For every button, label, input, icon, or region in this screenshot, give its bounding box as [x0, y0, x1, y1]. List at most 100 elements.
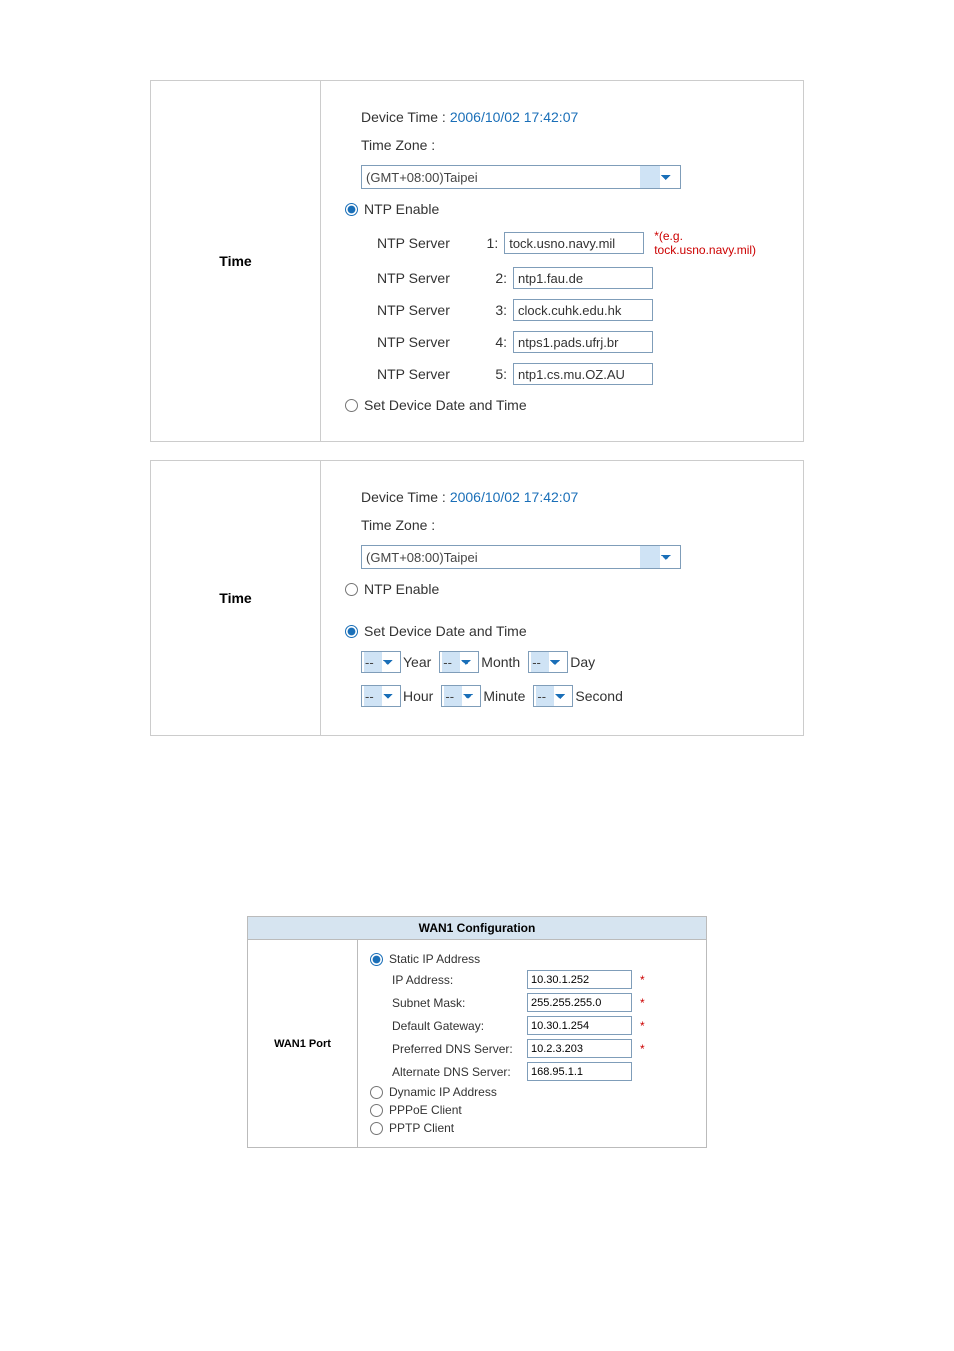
- ntp-server-3-input[interactable]: [513, 299, 653, 321]
- ntp-server-3-row: NTP Server 3:: [377, 299, 779, 321]
- preferred-dns-input[interactable]: [527, 1039, 632, 1058]
- device-time-row: Device Time : 2006/10/02 17:42:07: [361, 489, 779, 505]
- ntp-server-num: 3:: [487, 302, 507, 318]
- subnet-mask-row: Subnet Mask: *: [392, 993, 694, 1012]
- ntp-server-label: NTP Server: [377, 270, 487, 286]
- required-star: *: [640, 996, 645, 1010]
- ntp-server-hint: *(e.g. tock.usno.navy.mil): [654, 229, 779, 257]
- ntp-enable-row: NTP Enable: [345, 581, 779, 597]
- timezone-select-row: (GMT+08:00)Taipei: [361, 165, 779, 189]
- required-star: *: [640, 973, 645, 987]
- wan1-port-header: WAN1 Port: [248, 940, 358, 1147]
- minute-select[interactable]: --: [441, 685, 481, 707]
- time-panel-body: Device Time : 2006/10/02 17:42:07 Time Z…: [321, 461, 803, 735]
- ntp-server-label: NTP Server: [377, 235, 480, 251]
- set-date-radio[interactable]: [345, 399, 358, 412]
- ntp-server-label: NTP Server: [377, 302, 487, 318]
- time-section-header: Time: [151, 461, 321, 735]
- second-select[interactable]: --: [533, 685, 573, 707]
- wan1-config-title: WAN1 Configuration: [247, 916, 707, 939]
- hour-label: Hour: [403, 688, 433, 704]
- default-gateway-label: Default Gateway:: [392, 1019, 527, 1033]
- ntp-enable-label: NTP Enable: [364, 201, 439, 217]
- ip-address-row: IP Address: *: [392, 970, 694, 989]
- time-panel-setdate: Time Device Time : 2006/10/02 17:42:07 T…: [150, 460, 804, 736]
- alternate-dns-row: Alternate DNS Server:: [392, 1062, 694, 1081]
- alternate-dns-input[interactable]: [527, 1062, 632, 1081]
- ntp-server-1-input[interactable]: [504, 232, 644, 254]
- device-time-label: Device Time :: [361, 109, 446, 125]
- subnet-mask-input[interactable]: [527, 993, 632, 1012]
- ip-address-label: IP Address:: [392, 973, 527, 987]
- static-ip-radio[interactable]: [370, 953, 383, 966]
- ntp-server-num: 5:: [487, 366, 507, 382]
- default-gateway-input[interactable]: [527, 1016, 632, 1035]
- time-panel-ntp: Time Device Time : 2006/10/02 17:42:07 T…: [150, 80, 804, 442]
- timezone-label: Time Zone :: [361, 137, 435, 153]
- date-selects-row: -- Year -- Month -- Day: [361, 651, 779, 673]
- device-time-value: 2006/10/02 17:42:07: [450, 109, 578, 125]
- wan1-config-panel: WAN1 Configuration WAN1 Port Static IP A…: [247, 916, 707, 1148]
- time-panel-body: Device Time : 2006/10/02 17:42:07 Time Z…: [321, 81, 803, 441]
- day-label: Day: [570, 654, 595, 670]
- device-time-row: Device Time : 2006/10/02 17:42:07: [361, 109, 779, 125]
- year-select[interactable]: --: [361, 651, 401, 673]
- day-select[interactable]: --: [528, 651, 568, 673]
- timezone-label-row: Time Zone :: [361, 517, 779, 533]
- set-date-row: Set Device Date and Time: [345, 397, 779, 413]
- timezone-select[interactable]: (GMT+08:00)Taipei: [361, 165, 681, 189]
- set-date-radio[interactable]: [345, 625, 358, 638]
- pppoe-radio[interactable]: [370, 1104, 383, 1117]
- pppoe-label: PPPoE Client: [389, 1103, 462, 1117]
- ntp-server-5-row: NTP Server 5:: [377, 363, 779, 385]
- year-label: Year: [403, 654, 431, 670]
- preferred-dns-row: Preferred DNS Server: *: [392, 1039, 694, 1058]
- second-label: Second: [575, 688, 622, 704]
- timezone-select[interactable]: (GMT+08:00)Taipei: [361, 545, 681, 569]
- timezone-select-row: (GMT+08:00)Taipei: [361, 545, 779, 569]
- ntp-server-4-input[interactable]: [513, 331, 653, 353]
- ntp-server-2-input[interactable]: [513, 267, 653, 289]
- ntp-server-num: 1:: [480, 235, 499, 251]
- static-ip-row: Static IP Address: [370, 952, 694, 966]
- pppoe-row: PPPoE Client: [370, 1103, 694, 1117]
- pptp-radio[interactable]: [370, 1122, 383, 1135]
- timezone-label-row: Time Zone :: [361, 137, 779, 153]
- ntp-server-label: NTP Server: [377, 334, 487, 350]
- ip-address-input[interactable]: [527, 970, 632, 989]
- preferred-dns-label: Preferred DNS Server:: [392, 1042, 527, 1056]
- device-time-label: Device Time :: [361, 489, 446, 505]
- subnet-mask-label: Subnet Mask:: [392, 996, 527, 1010]
- time-section-header: Time: [151, 81, 321, 441]
- pptp-label: PPTP Client: [389, 1121, 454, 1135]
- ntp-server-2-row: NTP Server 2:: [377, 267, 779, 289]
- dynamic-ip-row: Dynamic IP Address: [370, 1085, 694, 1099]
- static-ip-label: Static IP Address: [389, 952, 480, 966]
- default-gateway-row: Default Gateway: *: [392, 1016, 694, 1035]
- dynamic-ip-radio[interactable]: [370, 1086, 383, 1099]
- minute-label: Minute: [483, 688, 525, 704]
- set-date-row: Set Device Date and Time: [345, 623, 779, 639]
- device-time-value: 2006/10/02 17:42:07: [450, 489, 578, 505]
- wan1-config-body: Static IP Address IP Address: * Subnet M…: [358, 940, 706, 1147]
- hour-select[interactable]: --: [361, 685, 401, 707]
- ntp-server-4-row: NTP Server 4:: [377, 331, 779, 353]
- ntp-server-num: 2:: [487, 270, 507, 286]
- ntp-enable-row: NTP Enable: [345, 201, 779, 217]
- time-selects-row: -- Hour -- Minute -- Second: [361, 685, 779, 707]
- set-date-label: Set Device Date and Time: [364, 623, 527, 639]
- ntp-server-5-input[interactable]: [513, 363, 653, 385]
- set-date-label: Set Device Date and Time: [364, 397, 527, 413]
- alternate-dns-label: Alternate DNS Server:: [392, 1065, 527, 1079]
- ntp-server-1-row: NTP Server 1: *(e.g. tock.usno.navy.mil): [377, 229, 779, 257]
- dynamic-ip-label: Dynamic IP Address: [389, 1085, 497, 1099]
- month-select[interactable]: --: [439, 651, 479, 673]
- ntp-enable-label: NTP Enable: [364, 581, 439, 597]
- timezone-label: Time Zone :: [361, 517, 435, 533]
- ntp-server-num: 4:: [487, 334, 507, 350]
- required-star: *: [640, 1019, 645, 1033]
- ntp-enable-radio[interactable]: [345, 583, 358, 596]
- ntp-enable-radio[interactable]: [345, 203, 358, 216]
- pptp-row: PPTP Client: [370, 1121, 694, 1135]
- ntp-server-label: NTP Server: [377, 366, 487, 382]
